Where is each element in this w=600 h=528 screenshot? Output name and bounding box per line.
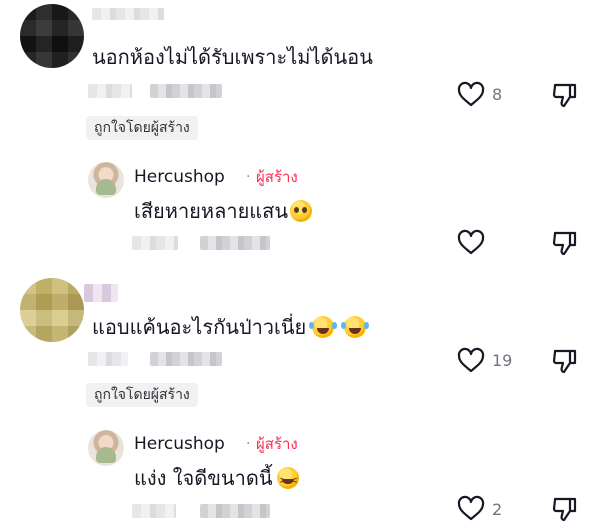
blurred-reply-link (200, 504, 270, 518)
blurred-timestamp (132, 504, 176, 518)
pleading-face-icon (290, 200, 313, 222)
reply-text-content: เสียหายหลายแสน (134, 199, 289, 223)
blurred-reply-link (150, 352, 222, 366)
blurred-username (84, 284, 118, 302)
blurred-timestamp (88, 84, 132, 98)
reply-text-content: แง่ง ใจดีขนาดนี้ (134, 466, 273, 490)
heart-icon (457, 81, 485, 107)
thumbs-down-icon (552, 231, 577, 256)
like-count: 8 (492, 85, 503, 104)
like-button[interactable] (456, 80, 486, 110)
creator-avatar[interactable] (88, 162, 124, 198)
commenter-avatar[interactable] (20, 278, 84, 342)
dislike-button[interactable] (550, 494, 580, 524)
thumbs-down-icon (552, 83, 577, 108)
heart-icon (457, 347, 485, 373)
blurred-username (92, 8, 164, 20)
separator-dot: · (246, 169, 251, 185)
creator-badge: ผู้สร้าง (256, 435, 298, 453)
heart-icon (457, 229, 485, 255)
comment-text: นอกห้องไม่ได้รับเพราะไม่ได้นอน (92, 45, 373, 69)
separator-dot: · (246, 436, 251, 452)
liked-by-creator-badge: ถูกใจโดยผู้สร้าง (86, 116, 198, 140)
dislike-button[interactable] (550, 346, 580, 376)
rolling-laughing-face-icon (309, 316, 335, 338)
like-count: 19 (492, 351, 513, 370)
reply-username[interactable]: Hercushop (134, 433, 225, 455)
dislike-button[interactable] (550, 80, 580, 110)
creator-badge: ผู้สร้าง (256, 168, 298, 186)
heart-icon (457, 495, 485, 521)
reply-text: เสียหายหลายแสน (134, 198, 313, 224)
liked-by-creator-badge: ถูกใจโดยผู้สร้าง (86, 383, 198, 407)
blurred-timestamp (88, 352, 128, 366)
creator-avatar[interactable] (88, 430, 124, 466)
like-button[interactable] (456, 228, 486, 258)
thumbs-down-icon (552, 349, 577, 374)
grinning-squinting-face-icon (276, 467, 299, 494)
comment-text-content: แอบแค้นอะไรกันป่าวเนี่ย (92, 315, 307, 339)
reply-username[interactable]: Hercushop (134, 166, 225, 188)
commenter-avatar[interactable] (20, 4, 84, 68)
blurred-reply-link (150, 84, 222, 98)
blurred-timestamp (132, 236, 178, 250)
reply-text: แง่ง ใจดีขนาดนี้ (134, 465, 299, 494)
thumbs-down-icon (552, 497, 577, 522)
like-button[interactable] (456, 346, 486, 376)
dislike-button[interactable] (550, 228, 580, 258)
like-button[interactable] (456, 494, 486, 524)
like-count: 2 (492, 500, 503, 519)
comment-text: แอบแค้นอะไรกันป่าวเนี่ย (92, 314, 367, 340)
rolling-laughing-face-icon (341, 316, 367, 338)
blurred-reply-link (200, 236, 270, 250)
